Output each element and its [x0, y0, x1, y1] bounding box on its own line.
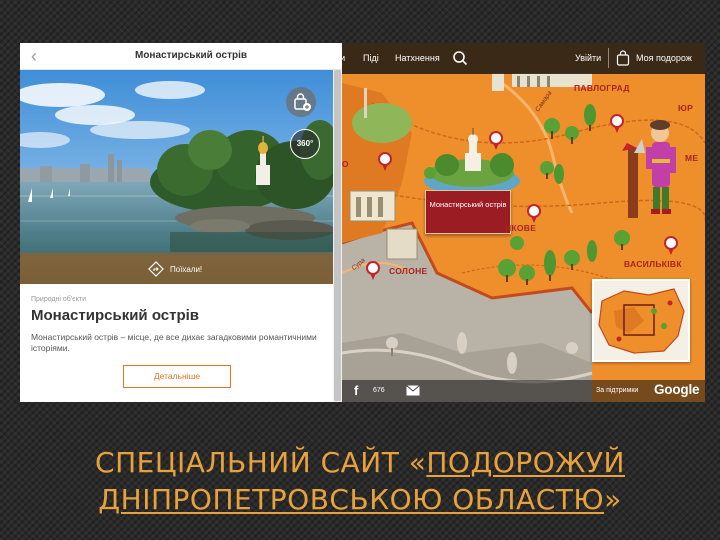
town-label-pavlohrad: ПАВЛОГРАД [574, 83, 630, 93]
town-label-vasylkivka: ВАСИЛЬКІВК [624, 259, 682, 269]
place-description: Монастирський острів – місце, де все дих… [31, 332, 317, 353]
illustrated-map[interactable]: ти Піді Натхнення Увійти Моя подорож Мон… [342, 43, 705, 402]
town-label-solone: СОЛОНЕ [389, 266, 428, 276]
panel-header: ‹ Монастирський острів [20, 43, 342, 70]
selected-place-popup[interactable]: Монастирський острів [425, 190, 511, 234]
place-title: Монастирський острів [31, 307, 200, 324]
add-to-trip-button[interactable] [286, 87, 316, 117]
slide-title: СПЕЦІАЛЬНИЙ САЙТ «ПОДОРОЖУЙ ДНІПРОПЕТРОВ… [40, 444, 680, 518]
map-footer: f 676 За підтримки Google [342, 380, 705, 402]
place-details-panel: ‹ Монастирський острів 360° Поїхали! При… [20, 43, 342, 402]
back-button[interactable]: ‹ [24, 46, 44, 66]
support-label: За підтримки [596, 387, 639, 394]
nav-item-trips[interactable]: Піді [363, 53, 379, 63]
go-label: Поїхали! [170, 264, 203, 274]
nav-divider [608, 48, 609, 68]
bag-plus-icon [294, 93, 311, 111]
login-link[interactable]: Увійти [575, 53, 601, 63]
panel-title: Монастирський острів [134, 50, 247, 61]
site-link-part-2[interactable]: ДНІПРОПЕТРОВСЬКОЮ ОБЛАСТЮ [98, 483, 604, 516]
slide-title-suffix: » [604, 483, 622, 516]
facebook-icon[interactable]: f [354, 383, 358, 398]
go-bar: Поїхали! [20, 253, 333, 284]
town-label-mezheva: МЕ [685, 153, 699, 163]
details-button[interactable]: Детальніше [123, 365, 231, 388]
route-arrow-icon [148, 261, 164, 277]
my-trip-link[interactable]: Моя подорож [636, 53, 692, 63]
nav-item-partial[interactable]: ти [342, 53, 345, 63]
site-link-part-1[interactable]: ПОДОРОЖУЙ [426, 446, 625, 479]
site-navbar: ти Піді Натхнення Увійти Моя подорож [342, 43, 705, 74]
envelope-icon[interactable] [406, 385, 420, 396]
slide-title-prefix: СПЕЦІАЛЬНИЙ САЙТ « [95, 446, 427, 479]
scrollbar-thumb[interactable] [334, 70, 341, 401]
nav-item-inspiration[interactable]: Натхнення [395, 53, 440, 63]
town-label-petrykivka: ИКОВЕ [505, 223, 537, 233]
go-button[interactable]: Поїхали! [148, 260, 202, 278]
search-icon[interactable] [452, 50, 468, 66]
website-screenshot: ‹ Монастирський острів 360° Поїхали! При… [20, 43, 705, 402]
share-count: 676 [373, 387, 385, 394]
town-label-yuryivka: ЮР [678, 103, 694, 113]
bag-icon[interactable] [616, 50, 630, 66]
town-label-partial: РО [342, 159, 349, 169]
slide-title-line-1: СПЕЦІАЛЬНИЙ САЙТ «ПОДОРОЖУЙ [40, 444, 680, 481]
slide-title-line-2: ДНІПРОПЕТРОВСЬКОЮ ОБЛАСТЮ» [40, 481, 680, 518]
google-logo: Google [654, 382, 700, 397]
chevron-left-icon: ‹ [31, 46, 37, 66]
minimap-illustration [594, 281, 688, 360]
panorama-360-button[interactable]: 360° [290, 129, 320, 159]
place-category: Природні об'єкти [31, 296, 86, 303]
overview-minimap[interactable] [592, 279, 690, 362]
